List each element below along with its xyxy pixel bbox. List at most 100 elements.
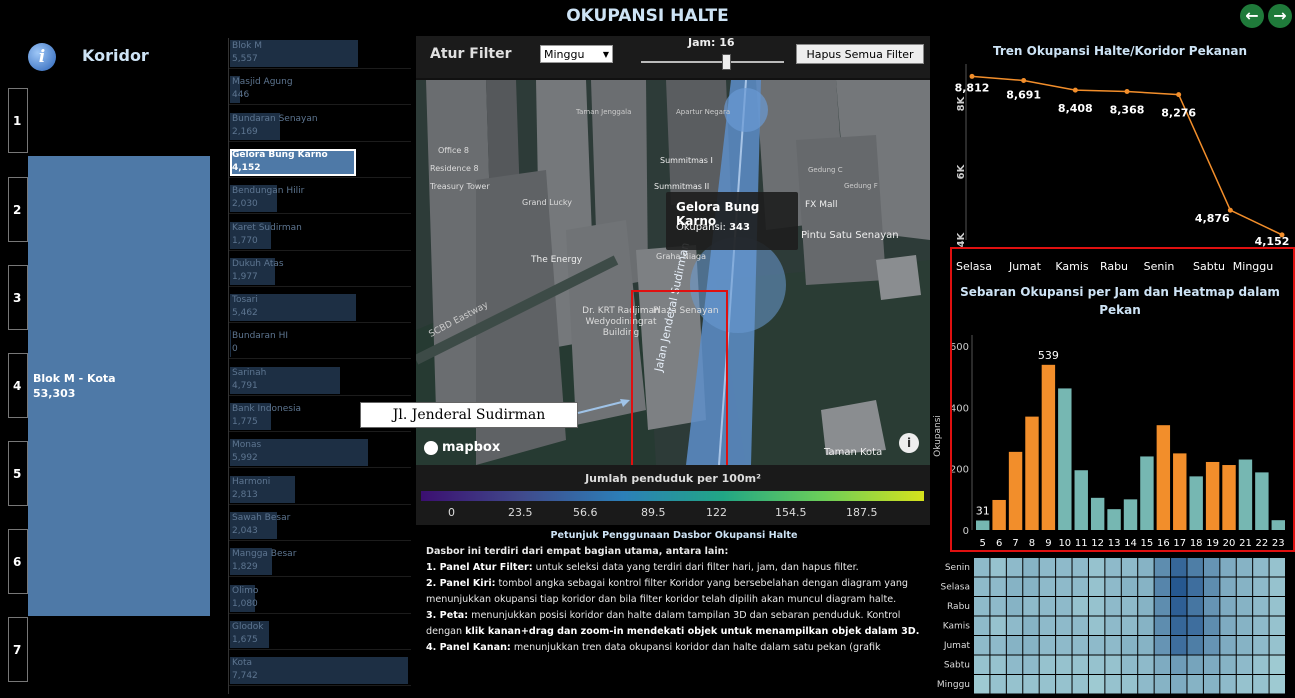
heatmap-cell[interactable] (1056, 558, 1072, 577)
heatmap-cell[interactable] (1105, 597, 1121, 616)
heatmap-cell[interactable] (1253, 577, 1269, 597)
heatmap-cell[interactable] (1236, 597, 1253, 616)
heatmap-cell[interactable] (1121, 577, 1138, 597)
corridor-button-4[interactable]: 4 (8, 353, 28, 418)
heatmap-cell[interactable] (1088, 597, 1105, 616)
halte-row[interactable]: Bendungan Hilir 2,030 (229, 183, 411, 215)
heatmap-cell[interactable] (1072, 636, 1088, 655)
halte-row[interactable]: Monas 5,992 (229, 437, 411, 469)
clear-filters-button[interactable]: Hapus Semua Filter (796, 44, 924, 64)
heatmap-cell[interactable] (1220, 577, 1236, 597)
heatmap-cell[interactable] (1269, 577, 1285, 597)
heatmap-cell[interactable] (1039, 636, 1056, 655)
heatmap-cell[interactable] (1088, 636, 1105, 655)
heatmap-cell[interactable] (1187, 675, 1203, 694)
heatmap-cell[interactable] (1253, 636, 1269, 655)
heatmap-cell[interactable] (1203, 675, 1220, 694)
heatmap-cell[interactable] (1187, 655, 1203, 675)
halte-row[interactable]: Sarinah 4,791 (229, 365, 411, 396)
heatmap-cell[interactable] (1088, 558, 1105, 577)
corridor-button-2[interactable]: 2 (8, 177, 28, 242)
trend-point[interactable] (969, 73, 975, 79)
heatmap-cell[interactable] (1006, 577, 1023, 597)
heatmap-cell[interactable] (974, 558, 990, 577)
heatmap-cell[interactable] (1056, 655, 1072, 675)
heatmap-cell[interactable] (1138, 636, 1154, 655)
heatmap-cell[interactable] (1171, 558, 1187, 577)
heatmap-cell[interactable] (1039, 675, 1056, 694)
heatmap-cell[interactable] (990, 616, 1006, 636)
jam-slider-track[interactable] (641, 61, 784, 63)
heatmap-cell[interactable] (1023, 597, 1039, 616)
heatmap-cell[interactable] (1138, 616, 1154, 636)
heatmap-cell[interactable] (1203, 577, 1220, 597)
heatmap-cell[interactable] (1253, 655, 1269, 675)
heatmap-cell[interactable] (1203, 655, 1220, 675)
heatmap-cell[interactable] (1236, 655, 1253, 675)
heatmap-cell[interactable] (1269, 597, 1285, 616)
heatmap-cell[interactable] (1072, 577, 1088, 597)
heatmap-cell[interactable] (1039, 616, 1056, 636)
halte-row[interactable]: Dukuh Atas 1,977 (229, 256, 411, 287)
heatmap-cell[interactable] (1121, 655, 1138, 675)
heatmap-cell[interactable] (1105, 655, 1121, 675)
heatmap-cell[interactable] (1006, 636, 1023, 655)
heatmap-cell[interactable] (1236, 616, 1253, 636)
heatmap-cell[interactable] (1253, 616, 1269, 636)
heatmap-cell[interactable] (1105, 577, 1121, 597)
heatmap-cell[interactable] (1039, 597, 1056, 616)
heatmap-cell[interactable] (1121, 558, 1138, 577)
heatmap-cell[interactable] (974, 675, 990, 694)
heatmap-cell[interactable] (1253, 597, 1269, 616)
heatmap-cell[interactable] (1056, 675, 1072, 694)
trend-point[interactable] (1021, 78, 1027, 84)
heatmap-cell[interactable] (1187, 597, 1203, 616)
heatmap-cell[interactable] (1138, 558, 1154, 577)
heatmap-cell[interactable] (1253, 558, 1269, 577)
heatmap-cell[interactable] (1171, 597, 1187, 616)
heatmap-cell[interactable] (1121, 616, 1138, 636)
heatmap-cell[interactable] (990, 655, 1006, 675)
corridor-button-5[interactable]: 5 (8, 441, 28, 506)
heatmap-cell[interactable] (1236, 636, 1253, 655)
heatmap-cell[interactable] (1056, 577, 1072, 597)
heatmap-cell[interactable] (1220, 597, 1236, 616)
jam-slider-thumb[interactable] (722, 54, 731, 70)
trend-point[interactable] (1124, 88, 1130, 94)
heatmap-cell[interactable] (1187, 616, 1203, 636)
halte-row[interactable]: Bundaran HI 0 (229, 328, 411, 360)
heatmap-cell[interactable] (1105, 636, 1121, 655)
trend-point[interactable] (1072, 87, 1078, 93)
halte-row[interactable]: Olimo 1,080 (229, 583, 411, 614)
halte-row[interactable]: Masjid Agung 446 (229, 74, 411, 106)
heatmap-cell[interactable] (990, 636, 1006, 655)
heatmap-cell[interactable] (1154, 577, 1171, 597)
heatmap-cell[interactable] (1269, 655, 1285, 675)
heatmap-cell[interactable] (1023, 636, 1039, 655)
heatmap-cell[interactable] (974, 616, 990, 636)
heatmap-cell[interactable] (1072, 558, 1088, 577)
heatmap-cell[interactable] (1187, 577, 1203, 597)
corridor-button-1[interactable]: 1 (8, 88, 28, 153)
heatmap-cell[interactable] (1088, 655, 1105, 675)
day-select[interactable]: Minggu ▼ (540, 45, 613, 63)
halte-row[interactable]: Glodok 1,675 (229, 619, 411, 650)
heatmap-cell[interactable] (1154, 616, 1171, 636)
heatmap-cell[interactable] (1105, 675, 1121, 694)
heatmap-cell[interactable] (1023, 616, 1039, 636)
heatmap-cell[interactable] (974, 636, 990, 655)
heatmap-cell[interactable] (1154, 597, 1171, 616)
heatmap-cell[interactable] (1088, 675, 1105, 694)
trend-point[interactable] (1176, 92, 1182, 98)
heatmap-cell[interactable] (1006, 597, 1023, 616)
corridor-button-6[interactable]: 6 (8, 529, 28, 594)
heatmap-cell[interactable] (1236, 577, 1253, 597)
heatmap-cell[interactable] (1253, 675, 1269, 694)
map-info-icon[interactable]: i (899, 433, 919, 453)
info-icon[interactable]: i (28, 43, 56, 71)
heatmap-cell[interactable] (1072, 655, 1088, 675)
heatmap-cell[interactable] (1171, 616, 1187, 636)
heatmap-cell[interactable] (1203, 558, 1220, 577)
heatmap-cell[interactable] (1154, 558, 1171, 577)
heatmap-cell[interactable] (1269, 616, 1285, 636)
